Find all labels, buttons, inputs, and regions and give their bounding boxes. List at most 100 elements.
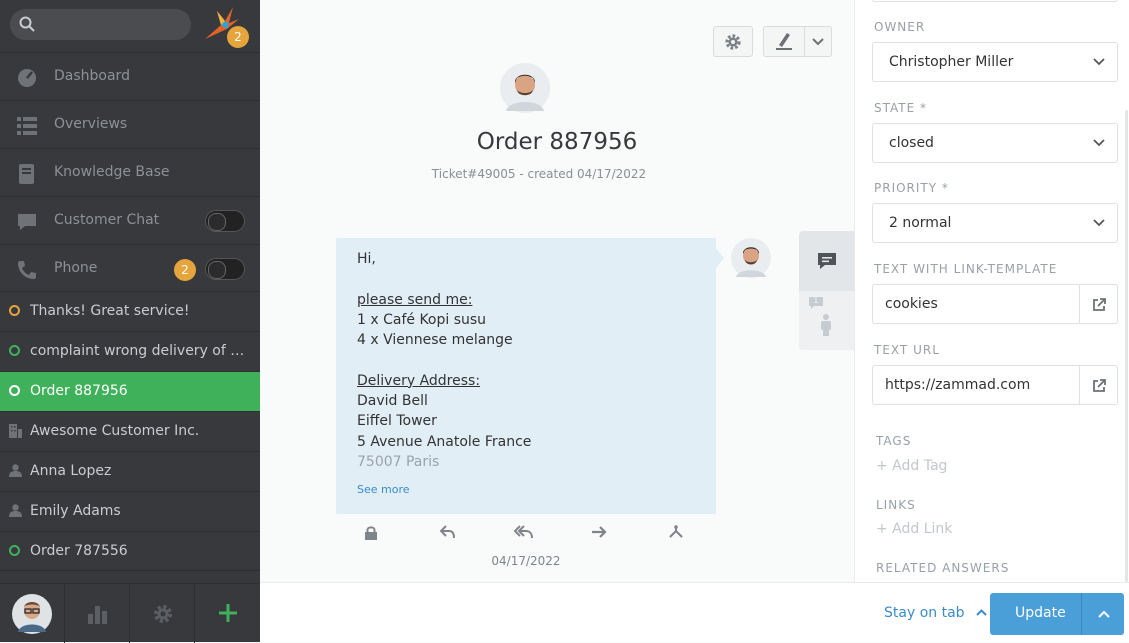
task-tab[interactable]: Emily Adams bbox=[0, 491, 260, 531]
ticket-settings-button[interactable] bbox=[713, 26, 753, 57]
update-button[interactable]: Update bbox=[990, 593, 1124, 635]
stay-on-tab-dropdown[interactable]: Stay on tab bbox=[884, 605, 987, 621]
chevron-up-icon[interactable] bbox=[1098, 610, 1110, 618]
related-answers-label: RELATED ANSWERS bbox=[876, 561, 1010, 575]
person-icon bbox=[821, 314, 831, 336]
owner-select[interactable]: Christopher Miller bbox=[872, 42, 1118, 82]
ticket-attributes-panel: OWNER Christopher Miller STATE * closed … bbox=[854, 0, 1129, 582]
phone-toggle[interactable] bbox=[205, 258, 245, 280]
state-value: closed bbox=[889, 135, 934, 151]
chevron-up-icon bbox=[976, 609, 987, 616]
ticket-new-icon bbox=[9, 345, 20, 356]
ticket-title: Order 887956 bbox=[476, 129, 638, 155]
forward-icon[interactable] bbox=[591, 526, 607, 538]
task-tab[interactable]: Order 787556 bbox=[0, 531, 260, 571]
article-line: Delivery Address: bbox=[357, 372, 481, 389]
reports-button[interactable] bbox=[65, 584, 130, 643]
tab-label: Awesome Customer Inc. bbox=[30, 423, 200, 439]
macro-button[interactable] bbox=[763, 26, 832, 57]
open-link-button[interactable] bbox=[1080, 284, 1118, 324]
text-link-value: cookies bbox=[885, 296, 938, 312]
customer-tab[interactable]: 1 bbox=[799, 291, 854, 350]
article-line: Hi, bbox=[357, 251, 376, 267]
gear-icon bbox=[725, 34, 741, 50]
nav-overviews[interactable]: Overviews bbox=[0, 100, 260, 147]
task-tab[interactable]: Thanks! Great service! bbox=[0, 291, 260, 331]
plus-icon bbox=[219, 604, 237, 622]
new-item-button[interactable] bbox=[195, 584, 260, 643]
chevron-down-icon bbox=[1093, 139, 1105, 147]
ticket-new-icon bbox=[9, 545, 20, 556]
task-tab[interactable]: complaint wrong delivery of ord... bbox=[0, 331, 260, 371]
chat-toggle[interactable] bbox=[205, 210, 245, 232]
tags-label: TAGS bbox=[876, 434, 912, 448]
add-tag-link[interactable]: + Add Tag bbox=[876, 458, 947, 474]
add-link-link[interactable]: + Add Link bbox=[876, 521, 952, 537]
article-line: Eiffel Tower bbox=[357, 413, 437, 430]
owner-label: OWNER bbox=[874, 20, 926, 34]
tab-label: Order 887956 bbox=[30, 383, 128, 399]
article-line: 75007 Paris bbox=[357, 453, 440, 470]
scrollbar[interactable] bbox=[1125, 110, 1128, 582]
ticket-tab[interactable] bbox=[799, 231, 854, 291]
external-link-icon bbox=[1093, 298, 1106, 311]
nav-knowledge-base[interactable]: Knowledge Base bbox=[0, 148, 260, 195]
text-link-input[interactable]: cookies bbox=[872, 284, 1080, 324]
reply-all-icon[interactable] bbox=[514, 525, 534, 539]
avatar bbox=[12, 594, 52, 634]
text-link-label: TEXT WITH LINK-TEMPLATE bbox=[874, 262, 1058, 276]
task-tab[interactable]: Awesome Customer Inc. bbox=[0, 411, 260, 451]
lock-icon[interactable] bbox=[364, 526, 378, 540]
external-link-icon bbox=[1093, 379, 1106, 392]
nav-dashboard[interactable]: Dashboard bbox=[0, 52, 260, 99]
article-body: Hi, please send me: 1 x Café Kopi susu 4 x … bbox=[336, 238, 716, 514]
tab-label: Order 787556 bbox=[30, 543, 128, 559]
see-more-link[interactable]: See more bbox=[357, 483, 410, 496]
article-line bbox=[357, 350, 531, 370]
priority-label: PRIORITY * bbox=[874, 181, 949, 195]
nav-phone[interactable]: Phone 2 bbox=[0, 244, 260, 291]
tab-label: Thanks! Great service! bbox=[30, 303, 190, 319]
bubble-arrow bbox=[716, 248, 724, 268]
chat-icon bbox=[17, 212, 37, 232]
article-line: David Bell bbox=[357, 393, 428, 410]
search-input[interactable] bbox=[10, 9, 191, 40]
ticket-closed-icon bbox=[9, 385, 20, 396]
reply-icon[interactable] bbox=[440, 525, 456, 539]
state-select[interactable]: closed bbox=[872, 123, 1118, 163]
text-url-input[interactable]: https://zammad.com bbox=[872, 365, 1080, 405]
split-icon[interactable] bbox=[668, 525, 684, 539]
navigation-sidebar: 2 Dashboard Overviews Knowledge Base Cus… bbox=[0, 0, 260, 643]
article-line: 5 Avenue Anatole France bbox=[357, 433, 532, 450]
priority-select[interactable]: 2 normal bbox=[872, 203, 1118, 243]
sender-avatar[interactable] bbox=[731, 238, 771, 278]
organization-icon bbox=[9, 424, 22, 438]
ticket-open-icon bbox=[9, 305, 20, 316]
customer-avatar[interactable] bbox=[500, 63, 550, 113]
gear-icon bbox=[154, 605, 172, 623]
nav-customer-chat[interactable]: Customer Chat bbox=[0, 196, 260, 243]
task-tab-active[interactable]: Order 887956 bbox=[0, 371, 260, 411]
tab-label: Emily Adams bbox=[30, 503, 121, 519]
ticket-action-bar: Stay on tab Update bbox=[260, 582, 1129, 642]
article-line bbox=[357, 269, 531, 289]
open-url-button[interactable] bbox=[1080, 365, 1118, 405]
user-avatar-button[interactable] bbox=[0, 584, 65, 643]
bar-chart-icon bbox=[88, 606, 107, 624]
owner-value: Christopher Miller bbox=[889, 54, 1014, 70]
customer-count: 1 bbox=[813, 296, 819, 306]
chevron-down-icon bbox=[1093, 58, 1105, 66]
tab-label: Anna Lopez bbox=[30, 463, 112, 479]
phone-icon bbox=[17, 260, 37, 280]
user-icon bbox=[9, 464, 22, 477]
notification-badge: 2 bbox=[227, 26, 249, 48]
nav-label: Phone bbox=[54, 260, 98, 276]
phone-count-badge: 2 bbox=[174, 259, 196, 281]
task-tab[interactable]: Anna Lopez bbox=[0, 451, 260, 491]
ticket-meta: Ticket#49005 - created 04/17/2022 bbox=[431, 167, 647, 181]
article-line: 4 x Viennese melange bbox=[357, 332, 513, 349]
sidebar-footer bbox=[0, 583, 260, 643]
settings-button[interactable] bbox=[130, 584, 195, 643]
priority-value: 2 normal bbox=[889, 215, 952, 231]
logo[interactable]: 2 bbox=[203, 5, 249, 48]
